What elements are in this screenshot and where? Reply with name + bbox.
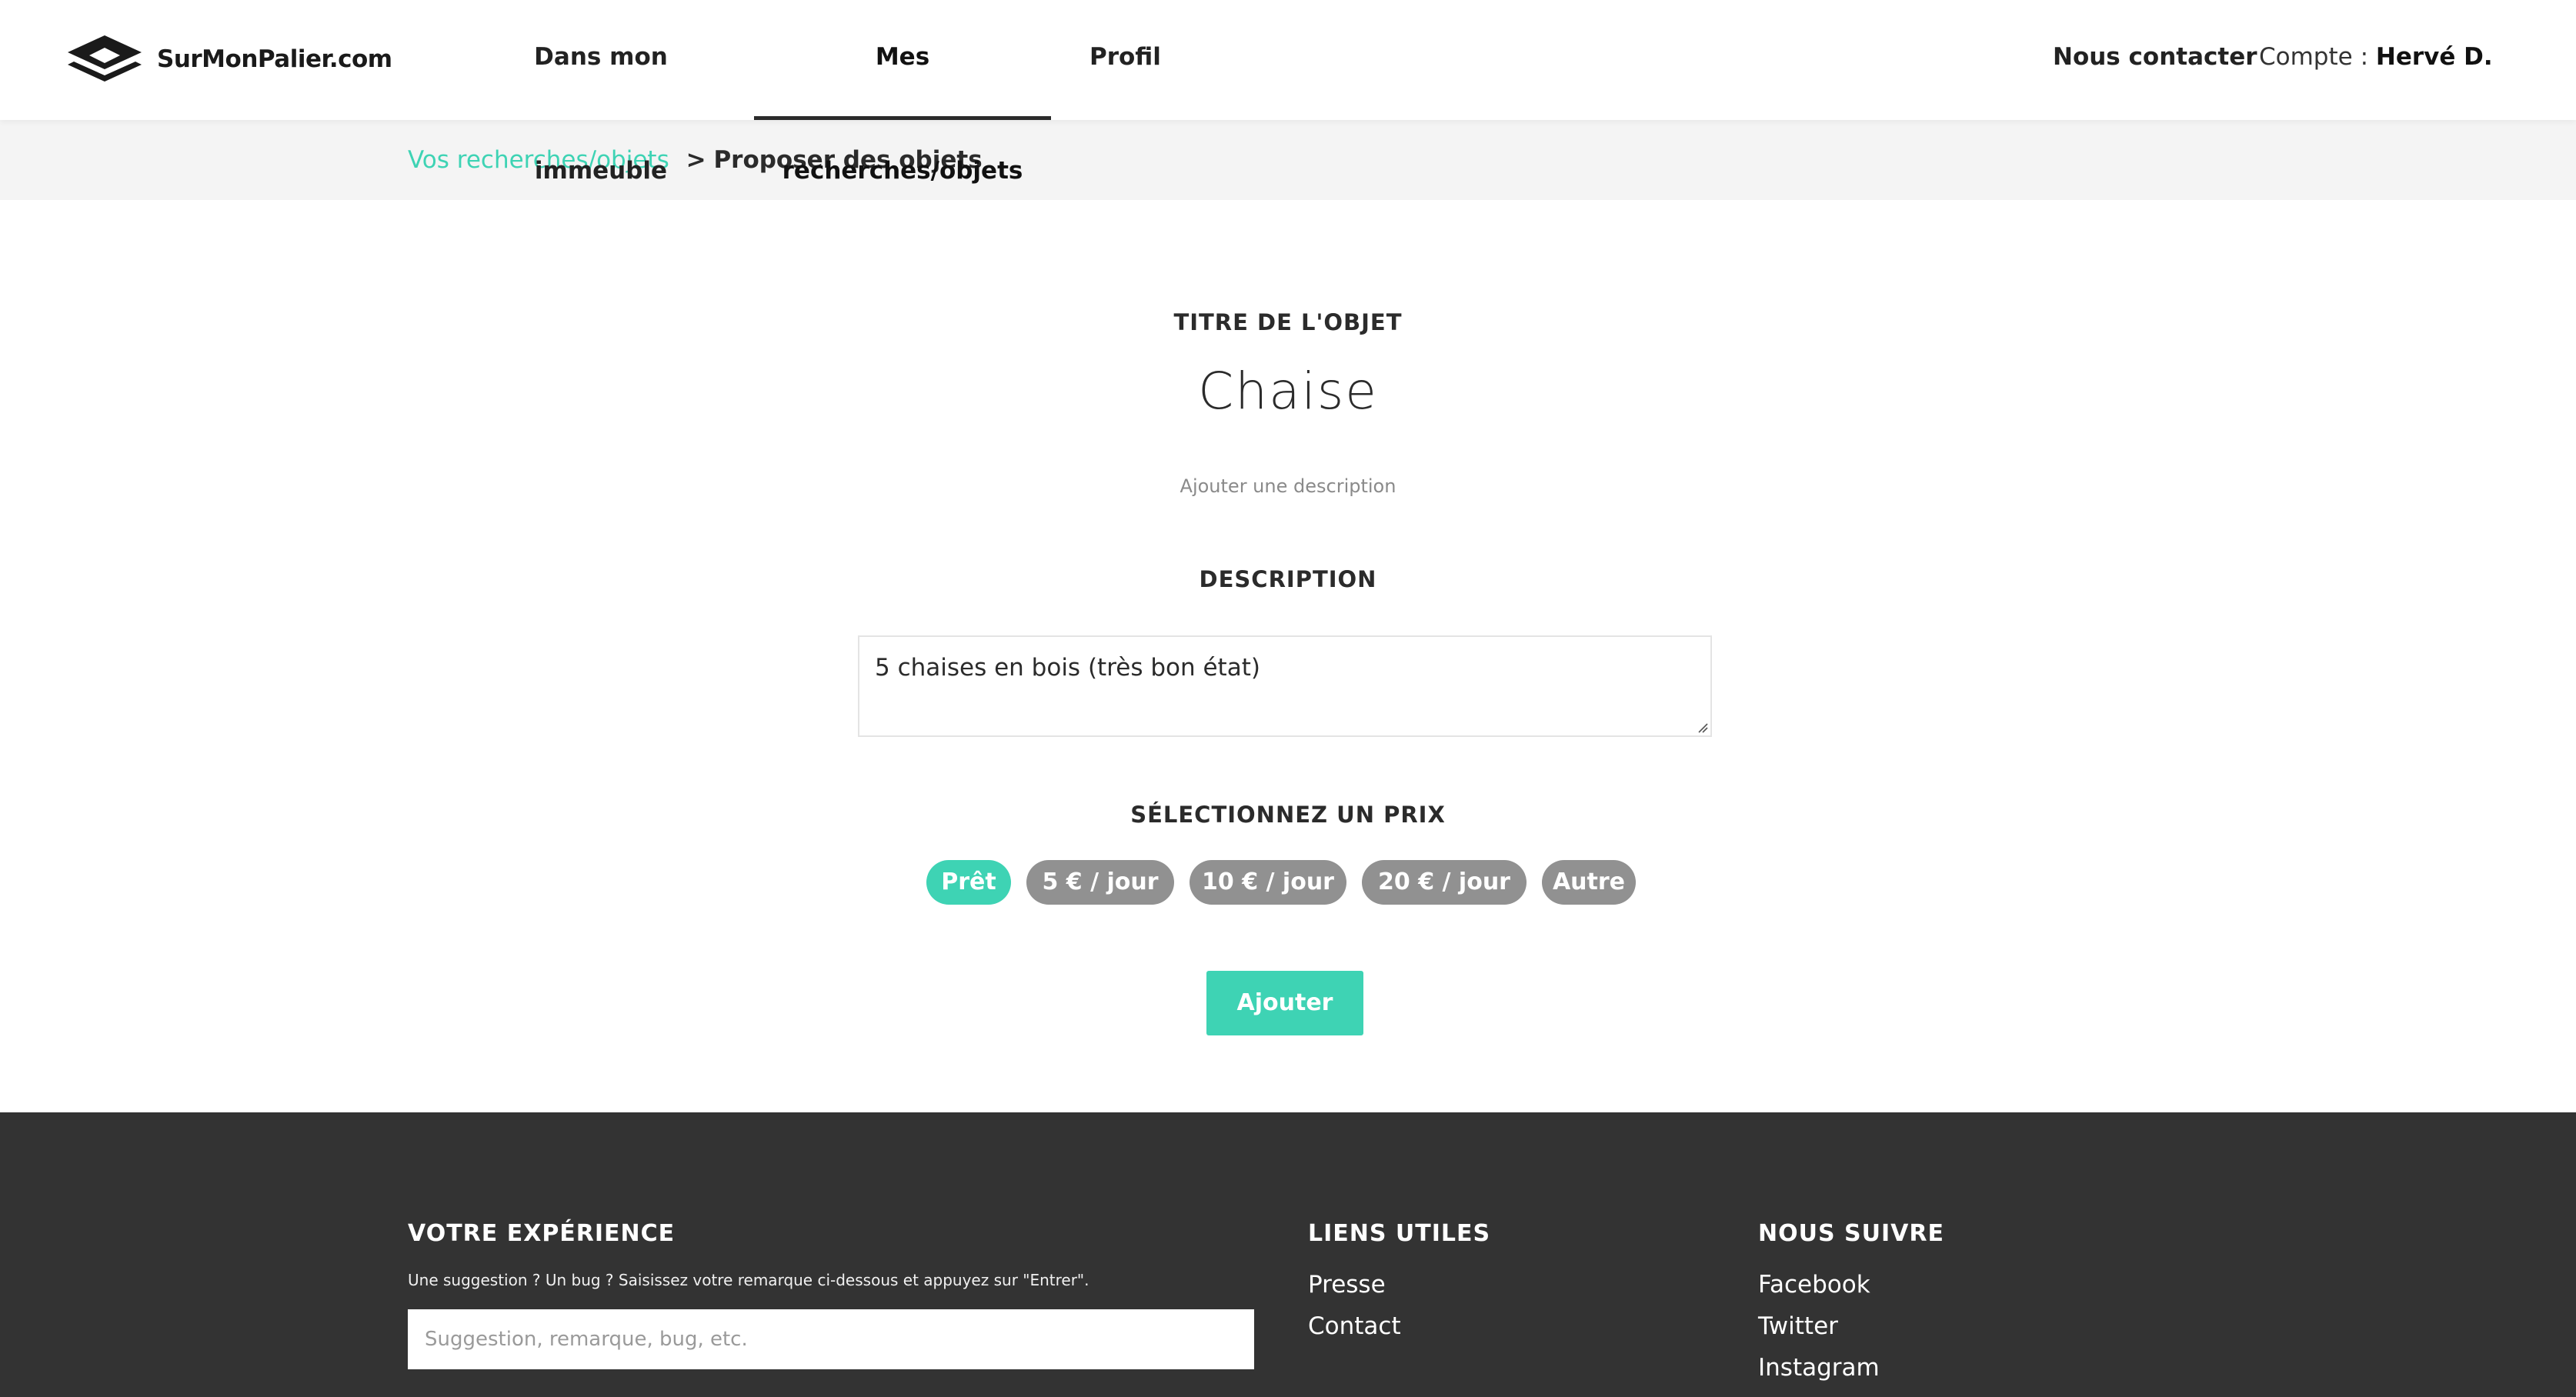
resize-handle-icon[interactable] bbox=[1697, 722, 1708, 733]
footer-links-heading: LIENS UTILES bbox=[1308, 1220, 1491, 1247]
footer-experience-heading: VOTRE EXPÉRIENCE bbox=[408, 1220, 676, 1247]
account-name: Hervé D. bbox=[2375, 43, 2493, 71]
description-label: DESCRIPTION bbox=[1199, 566, 1377, 592]
add-description-link[interactable]: Ajouter une description bbox=[0, 475, 2576, 497]
object-title[interactable]: Chaise bbox=[0, 362, 2576, 421]
footer-link-twitter[interactable]: Twitter bbox=[1758, 1312, 1838, 1340]
price-option-10-jour[interactable]: 10 € / jour bbox=[1190, 860, 1346, 905]
price-option-autre[interactable]: Autre bbox=[1542, 860, 1636, 905]
nav-mes-recherches-objets[interactable]: Mes recherches/objets bbox=[754, 0, 1051, 185]
price-option-20-jour[interactable]: 20 € / jour bbox=[1362, 860, 1527, 905]
account-menu[interactable]: Compte : Hervé D. bbox=[2259, 0, 2493, 114]
footer: VOTRE EXPÉRIENCE Une suggestion ? Un bug… bbox=[0, 1112, 2576, 1397]
logo-text: SurMonPalier.com bbox=[157, 45, 392, 73]
page: SurMonPalier.com Dans mon immeuble Mes r… bbox=[0, 0, 2576, 1397]
price-option-5-jour[interactable]: 5 € / jour bbox=[1026, 860, 1174, 905]
stacked-layers-icon bbox=[68, 35, 142, 82]
account-prefix: Compte : bbox=[2259, 43, 2369, 71]
description-textarea[interactable]: 5 chaises en bois (très bon état) bbox=[858, 635, 1712, 737]
feedback-input[interactable] bbox=[408, 1309, 1254, 1369]
top-navbar: SurMonPalier.com Dans mon immeuble Mes r… bbox=[0, 0, 2576, 185]
breadcrumb-separator: > bbox=[686, 146, 706, 174]
logo[interactable]: SurMonPalier.com bbox=[66, 34, 392, 85]
footer-link-facebook[interactable]: Facebook bbox=[1758, 1271, 1870, 1299]
footer-link-instagram[interactable]: Instagram bbox=[1758, 1354, 1880, 1382]
nav-dans-mon-immeuble[interactable]: Dans mon immeuble bbox=[485, 0, 717, 185]
add-button[interactable]: Ajouter bbox=[1206, 971, 1363, 1035]
price-label: SÉLECTIONNEZ UN PRIX bbox=[1130, 802, 1446, 828]
breadcrumb-bar: Vos recherches/objets > Proposer des obj… bbox=[0, 120, 2576, 200]
title-label: TITRE DE L'OBJET bbox=[1173, 309, 1403, 335]
nav-profil[interactable]: Profil bbox=[1089, 0, 1161, 120]
footer-link-presse[interactable]: Presse bbox=[1308, 1271, 1386, 1299]
footer-experience-text: Une suggestion ? Un bug ? Saisissez votr… bbox=[408, 1271, 1089, 1289]
nav-contact-link[interactable]: Nous contacter bbox=[2053, 0, 2257, 114]
footer-follow-heading: NOUS SUIVRE bbox=[1758, 1220, 1944, 1247]
price-option-pret[interactable]: Prêt bbox=[926, 860, 1011, 905]
footer-link-contact[interactable]: Contact bbox=[1308, 1312, 1401, 1340]
